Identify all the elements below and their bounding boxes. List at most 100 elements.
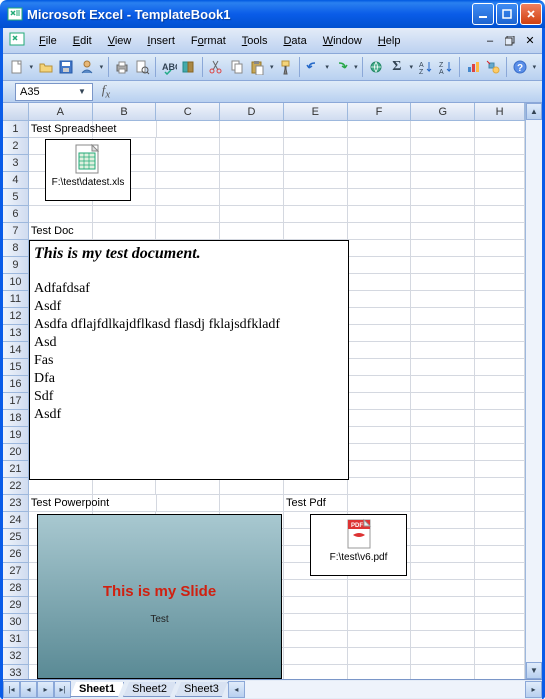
cell-H2[interactable] (475, 138, 525, 155)
open-button[interactable] (36, 56, 56, 78)
scroll-right-button[interactable]: ▸ (525, 681, 542, 698)
cell-G25[interactable] (411, 529, 475, 546)
mdi-restore-button[interactable] (503, 34, 517, 48)
cell-G23[interactable] (411, 495, 475, 512)
row-header-21[interactable]: 21 (3, 461, 29, 478)
cell-B22[interactable] (93, 478, 157, 495)
cell-G33[interactable] (411, 665, 475, 679)
permission-dropdown[interactable]: ▾ (98, 63, 105, 71)
embedded-word-object[interactable]: This is my test document. Adfafdsaf Asdf… (29, 240, 349, 480)
cell-C3[interactable] (156, 155, 220, 172)
cell-H23[interactable] (475, 495, 525, 512)
row-header-14[interactable]: 14 (3, 342, 29, 359)
undo-dropdown[interactable]: ▾ (324, 63, 331, 71)
cell-H5[interactable] (475, 189, 525, 206)
row-header-12[interactable]: 12 (3, 308, 29, 325)
cell-A23[interactable]: Test Powerpoint (29, 495, 93, 512)
cell-G15[interactable] (411, 359, 475, 376)
tab-nav-first[interactable]: |◂ (3, 681, 20, 698)
row-header-7[interactable]: 7 (3, 223, 29, 240)
row-header-31[interactable]: 31 (3, 631, 29, 648)
scroll-down-button[interactable]: ▼ (526, 662, 542, 679)
cell-G2[interactable] (411, 138, 475, 155)
cell-F19[interactable] (348, 427, 412, 444)
sheet-tab-1[interactable]: Sheet1 (70, 682, 124, 697)
row-header-30[interactable]: 30 (3, 614, 29, 631)
cell-F21[interactable] (348, 461, 412, 478)
cell-G8[interactable] (411, 240, 475, 257)
cell-H15[interactable] (475, 359, 525, 376)
col-header-E[interactable]: E (284, 103, 348, 120)
paste-dropdown[interactable]: ▾ (268, 63, 275, 71)
row-header-28[interactable]: 28 (3, 580, 29, 597)
window-close-button[interactable] (520, 3, 542, 25)
col-header-A[interactable]: A (29, 103, 93, 120)
mdi-minimize-button[interactable]: – (483, 34, 497, 48)
cell-C6[interactable] (156, 206, 220, 223)
cell-F3[interactable] (348, 155, 412, 172)
row-header-11[interactable]: 11 (3, 291, 29, 308)
cell-D6[interactable] (220, 206, 284, 223)
row-header-15[interactable]: 15 (3, 359, 29, 376)
cell-H29[interactable] (475, 597, 525, 614)
cell-C5[interactable] (156, 189, 220, 206)
cell-H3[interactable] (475, 155, 525, 172)
row-header-27[interactable]: 27 (3, 563, 29, 580)
cell-H19[interactable] (475, 427, 525, 444)
redo-dropdown[interactable]: ▾ (352, 63, 359, 71)
cell-G18[interactable] (411, 410, 475, 427)
tab-nav-next[interactable]: ▸ (37, 681, 54, 698)
workbook-icon[interactable] (9, 31, 25, 50)
new-button[interactable] (7, 56, 27, 78)
chart-wizard-button[interactable] (463, 56, 483, 78)
cell-H8[interactable] (475, 240, 525, 257)
cell-F7[interactable] (348, 223, 412, 240)
cell-H21[interactable] (475, 461, 525, 478)
cell-D22[interactable] (220, 478, 284, 495)
row-header-10[interactable]: 10 (3, 274, 29, 291)
cell-G5[interactable] (411, 189, 475, 206)
cell-F14[interactable] (348, 342, 412, 359)
row-header-19[interactable]: 19 (3, 427, 29, 444)
undo-button[interactable] (303, 56, 323, 78)
cell-G28[interactable] (411, 580, 475, 597)
menu-window[interactable]: Window (315, 32, 370, 50)
cell-F2[interactable] (348, 138, 412, 155)
cell-G17[interactable] (411, 393, 475, 410)
row-header-8[interactable]: 8 (3, 240, 29, 257)
horizontal-scrollbar[interactable]: ◂ ▸ (228, 681, 542, 698)
cell-E22[interactable] (284, 478, 348, 495)
cell-A22[interactable] (29, 478, 93, 495)
cell-H20[interactable] (475, 444, 525, 461)
row-header-5[interactable]: 5 (3, 189, 29, 206)
select-all-corner[interactable] (3, 103, 29, 120)
cell-F13[interactable] (348, 325, 412, 342)
cell-F15[interactable] (348, 359, 412, 376)
cell-G3[interactable] (411, 155, 475, 172)
cell-F29[interactable] (348, 597, 412, 614)
cell-B1[interactable] (93, 121, 157, 138)
col-header-C[interactable]: C (156, 103, 220, 120)
redo-button[interactable] (332, 56, 352, 78)
cell-F32[interactable] (348, 648, 412, 665)
cell-F20[interactable] (348, 444, 412, 461)
cell-A1[interactable]: Test Spreadsheet (29, 121, 93, 138)
cell-H28[interactable] (475, 580, 525, 597)
insert-function-button[interactable]: fx (93, 82, 119, 101)
row-header-20[interactable]: 20 (3, 444, 29, 461)
print-button[interactable] (112, 56, 132, 78)
permission-button[interactable] (77, 56, 97, 78)
drawing-button[interactable] (484, 56, 504, 78)
cell-D3[interactable] (220, 155, 284, 172)
sort-asc-button[interactable]: AZ (416, 56, 436, 78)
cell-G10[interactable] (411, 274, 475, 291)
row-header-17[interactable]: 17 (3, 393, 29, 410)
cell-B6[interactable] (93, 206, 157, 223)
cell-H24[interactable] (475, 512, 525, 529)
cell-F1[interactable] (348, 121, 412, 138)
row-header-25[interactable]: 25 (3, 529, 29, 546)
menu-help[interactable]: Help (370, 32, 409, 50)
cell-H11[interactable] (475, 291, 525, 308)
cell-G13[interactable] (411, 325, 475, 342)
cell-C7[interactable] (156, 223, 220, 240)
